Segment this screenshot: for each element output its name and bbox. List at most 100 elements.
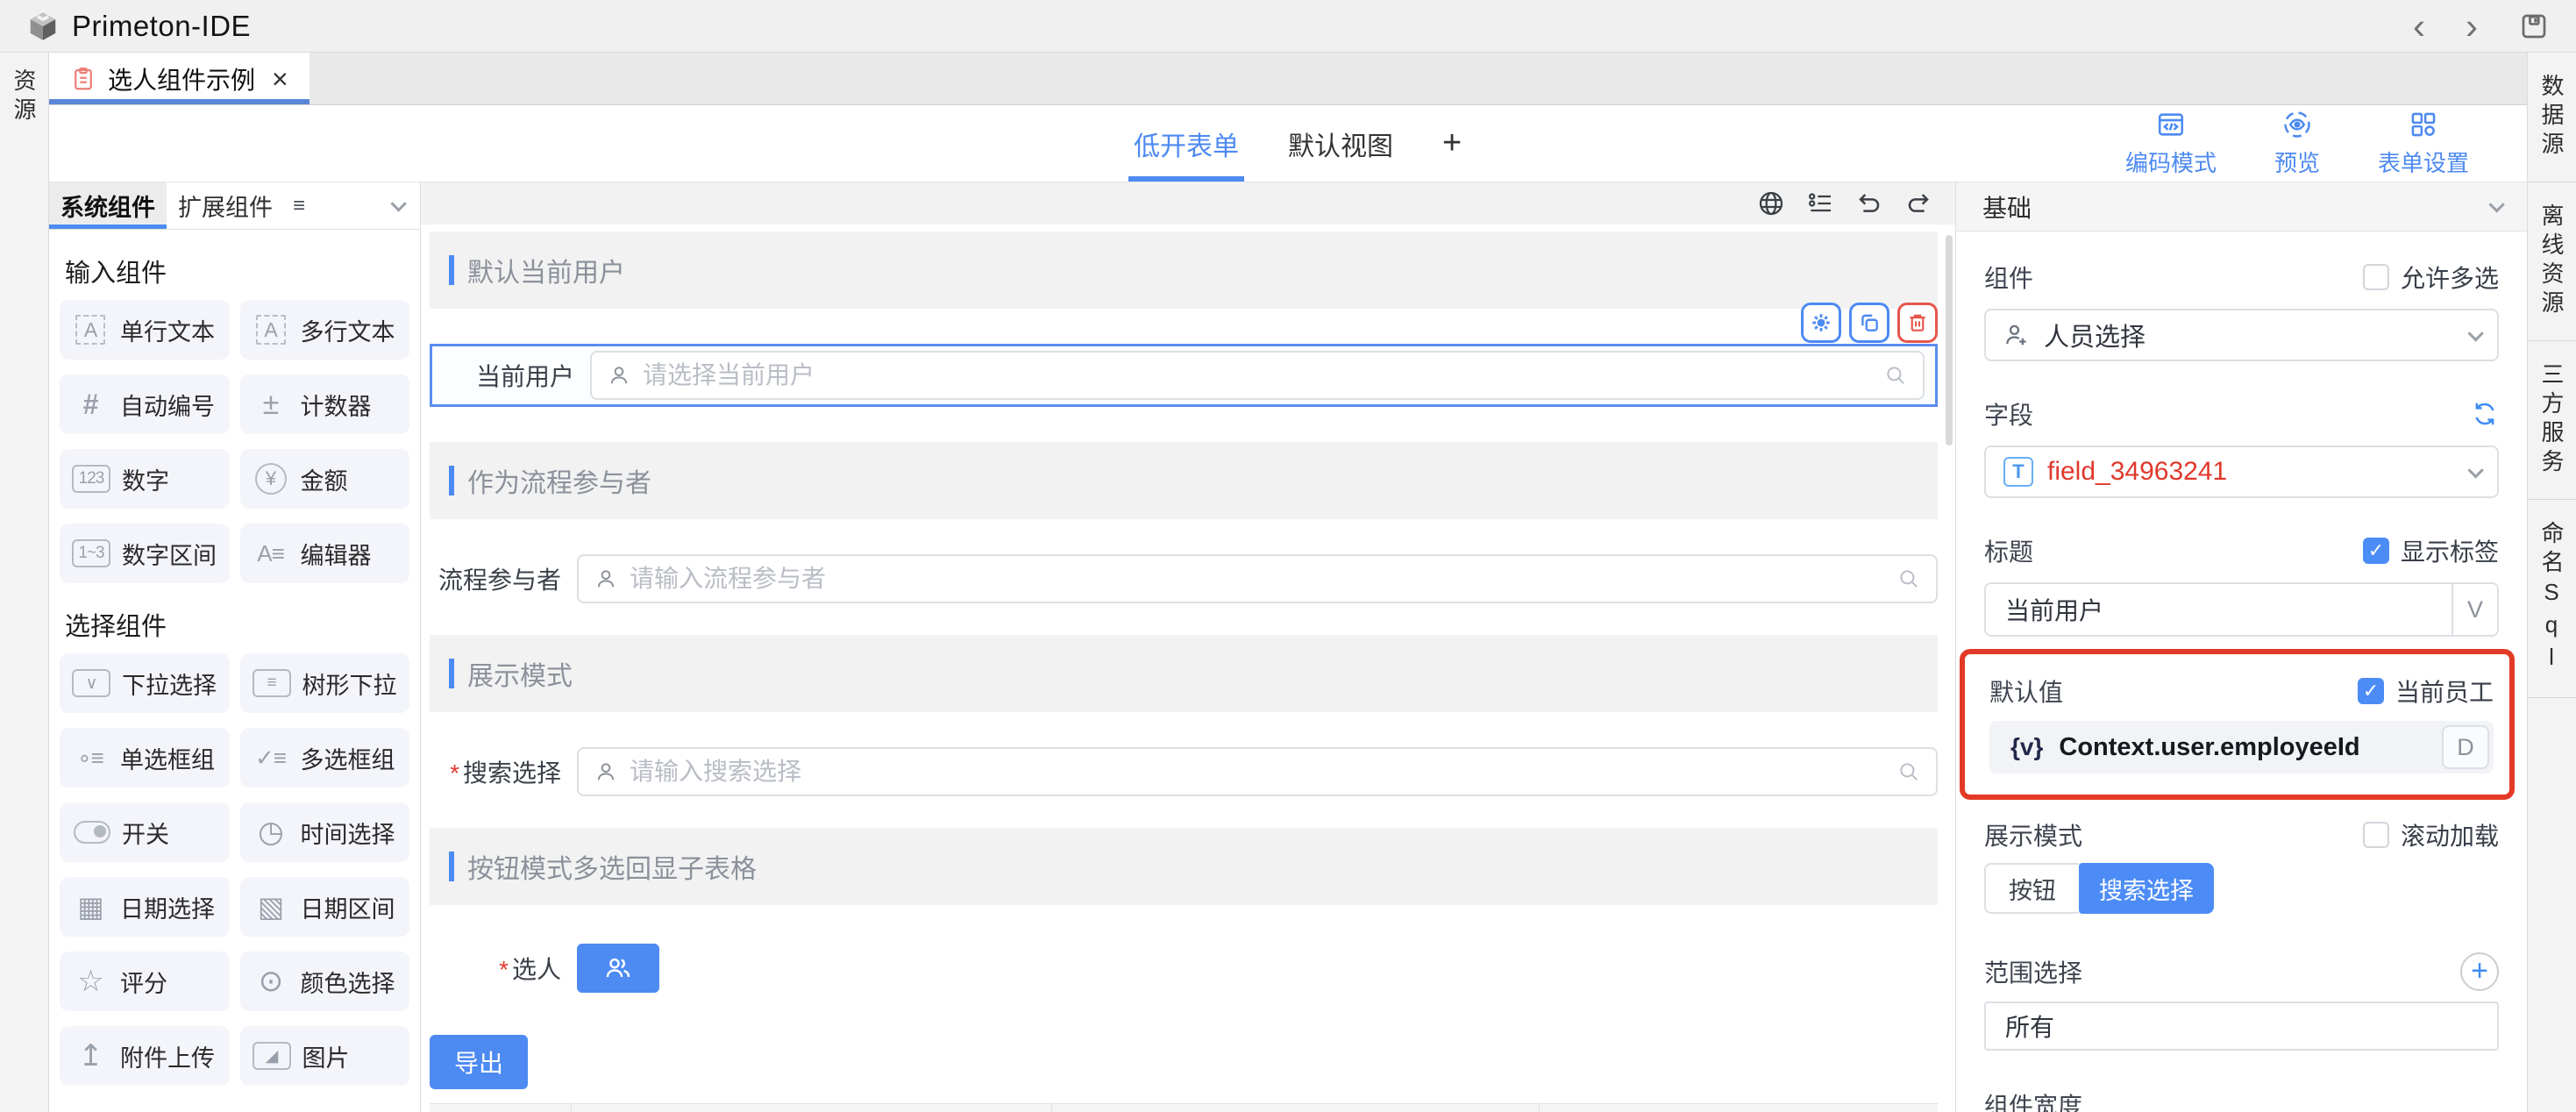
add-range-icon[interactable] — [2460, 952, 2499, 991]
card-color-picker[interactable]: ⊙颜色选择 — [240, 952, 410, 1011]
field-select[interactable]: T field_34963241 — [1984, 446, 2499, 498]
component-label: 组件 — [1984, 260, 2033, 295]
preview-button[interactable]: 预览 — [2274, 110, 2320, 178]
selected-field-current-user[interactable]: 当前用户 — [430, 344, 1938, 407]
panel-menu-icon[interactable] — [293, 194, 305, 218]
current-employee-checkbox-group[interactable]: 当前员工 — [2358, 674, 2494, 709]
default-value-expression-field[interactable]: {v} Context.user.employeeId D — [1989, 721, 2494, 773]
card-rating[interactable]: ☆评分 — [60, 952, 230, 1011]
group-accent-bar — [449, 466, 454, 495]
card-date-range[interactable]: ▧日期区间 — [240, 877, 410, 937]
group-header-process-participant[interactable]: 作为流程参与者 — [430, 442, 1938, 519]
inspector-header[interactable]: 基础 — [1956, 182, 2527, 232]
display-mode-option-search-select[interactable]: 搜索选择 — [2079, 863, 2214, 914]
undo-icon[interactable] — [1855, 189, 1883, 217]
group-header-display-mode[interactable]: 展示模式 — [430, 635, 1938, 712]
card-amount[interactable]: ¥金额 — [240, 449, 410, 509]
person-select-input-current-user[interactable] — [590, 351, 1925, 400]
card-single-line-text[interactable]: A单行文本 — [60, 300, 230, 360]
group-header-button-mode-subtable[interactable]: 按钮模式多选回显子表格 — [430, 828, 1938, 905]
rail-tab-resources[interactable]: 资源 — [8, 53, 40, 142]
allow-multi-checkbox-group[interactable]: 允许多选 — [2363, 260, 2499, 295]
rating-star-icon: ☆ — [72, 966, 109, 997]
tab-extended-components[interactable]: 扩展组件 — [167, 182, 284, 229]
card-checkbox-group[interactable]: ✓≡多选框组 — [240, 728, 410, 788]
card-editor[interactable]: A≡编辑器 — [240, 524, 410, 583]
nav-back-icon[interactable]: ‹ — [2413, 8, 2425, 45]
topbar: Primeton-IDE ‹ › — [0, 0, 2576, 53]
field-settings-button[interactable] — [1801, 303, 1841, 343]
file-tab-active[interactable]: 选人组件示例 × — [49, 53, 310, 104]
nav-forward-icon[interactable]: › — [2466, 8, 2478, 45]
chevron-down-icon — [2467, 462, 2483, 478]
close-icon[interactable]: × — [272, 65, 288, 93]
card-tree-dropdown[interactable]: ≡树形下拉 — [240, 653, 410, 713]
person-pick-button[interactable] — [577, 944, 659, 993]
chevron-down-icon — [2467, 325, 2483, 341]
group-header-default-current-user[interactable]: 默认当前用户 — [430, 232, 1938, 309]
card-number[interactable]: 123数字 — [60, 449, 230, 509]
component-type-select[interactable]: 人员选择 — [1984, 309, 2499, 361]
redo-icon[interactable] — [1904, 189, 1932, 217]
rail-tab-third-party-services[interactable]: 三方服务 — [2536, 362, 2568, 478]
canvas-scrollbar[interactable] — [1946, 235, 1953, 446]
field-delete-button[interactable] — [1897, 303, 1938, 343]
field-row-participant[interactable]: 流程参与者 — [430, 554, 1938, 603]
preview-label: 预览 — [2274, 146, 2320, 178]
title-input[interactable] — [1986, 584, 2451, 635]
outline-tree-icon[interactable] — [1806, 189, 1834, 217]
person-select-input-search[interactable] — [577, 747, 1938, 796]
card-number-range[interactable]: 1~3数字区间 — [60, 524, 230, 583]
scroll-load-checkbox-group[interactable]: 滚动加载 — [2363, 817, 2499, 852]
card-time-picker[interactable]: ◷时间选择 — [240, 802, 410, 862]
field-row-search-select[interactable]: *搜索选择 — [430, 747, 1938, 796]
auto-number-icon: # — [72, 388, 109, 420]
card-dropdown-select[interactable]: ∨下拉选择 — [60, 653, 230, 713]
search-icon — [1884, 364, 1907, 387]
allow-multi-checkbox[interactable] — [2363, 264, 2389, 290]
export-button[interactable]: 导出 — [430, 1035, 528, 1089]
field-label-person-pick: *选人 — [430, 951, 561, 986]
section-title-select-components: 选择组件 — [65, 606, 409, 643]
subtable-column — [1540, 1104, 1938, 1112]
tab-system-components[interactable]: 系统组件 — [49, 182, 167, 229]
tab-default-view[interactable]: 默认视图 — [1288, 105, 1393, 182]
chevron-down-icon[interactable] — [2488, 196, 2504, 212]
search-select-input[interactable] — [630, 758, 1885, 786]
card-radio-group[interactable]: ∘≡单选框组 — [60, 728, 230, 788]
add-view-tab-button[interactable]: + — [1442, 125, 1462, 162]
component-panel-tabs: 系统组件 扩展组件 — [49, 182, 420, 230]
tab-low-code-form[interactable]: 低开表单 — [1134, 105, 1239, 182]
code-mode-button[interactable]: 编码模式 — [2125, 110, 2217, 178]
refresh-icon[interactable] — [2471, 400, 2499, 428]
code-window-icon — [2156, 110, 2186, 139]
form-file-icon — [70, 66, 96, 92]
current-user-input[interactable] — [643, 361, 1872, 389]
rail-tab-offline-resources[interactable]: 离线资源 — [2536, 203, 2568, 319]
show-label-checkbox[interactable] — [2363, 538, 2389, 564]
multi-line-text-icon: A — [256, 315, 286, 345]
range-select-input[interactable] — [1984, 1002, 2499, 1051]
scroll-load-checkbox[interactable] — [2363, 822, 2389, 848]
default-value-d-button[interactable]: D — [2442, 725, 2489, 769]
card-attachment-upload[interactable]: ↥附件上传 — [60, 1026, 230, 1086]
card-date-picker[interactable]: ▦日期选择 — [60, 877, 230, 937]
card-image[interactable]: ◢图片 — [240, 1026, 410, 1086]
save-icon[interactable] — [2518, 11, 2550, 42]
display-mode-option-button[interactable]: 按钮 — [1984, 863, 2079, 914]
title-variable-button[interactable]: V — [2451, 584, 2497, 635]
current-employee-checkbox[interactable] — [2358, 678, 2384, 704]
card-switch[interactable]: 开关 — [60, 802, 230, 862]
field-copy-button[interactable] — [1849, 303, 1889, 343]
rail-tab-named-sql[interactable]: 命名Sql — [2536, 521, 2568, 676]
participant-input[interactable] — [630, 565, 1885, 593]
person-select-input-participant[interactable] — [577, 554, 1938, 603]
rail-tab-data-source[interactable]: 数据源 — [2536, 74, 2568, 160]
card-auto-number[interactable]: #自动编号 — [60, 374, 230, 434]
i18n-globe-icon[interactable] — [1757, 189, 1785, 217]
card-counter[interactable]: ±计数器 — [240, 374, 410, 434]
collapse-panel-chevron-icon[interactable] — [390, 196, 406, 211]
show-label-checkbox-group[interactable]: 显示标签 — [2363, 533, 2499, 568]
card-multi-line-text[interactable]: A多行文本 — [240, 300, 410, 360]
form-settings-button[interactable]: 表单设置 — [2378, 110, 2469, 178]
